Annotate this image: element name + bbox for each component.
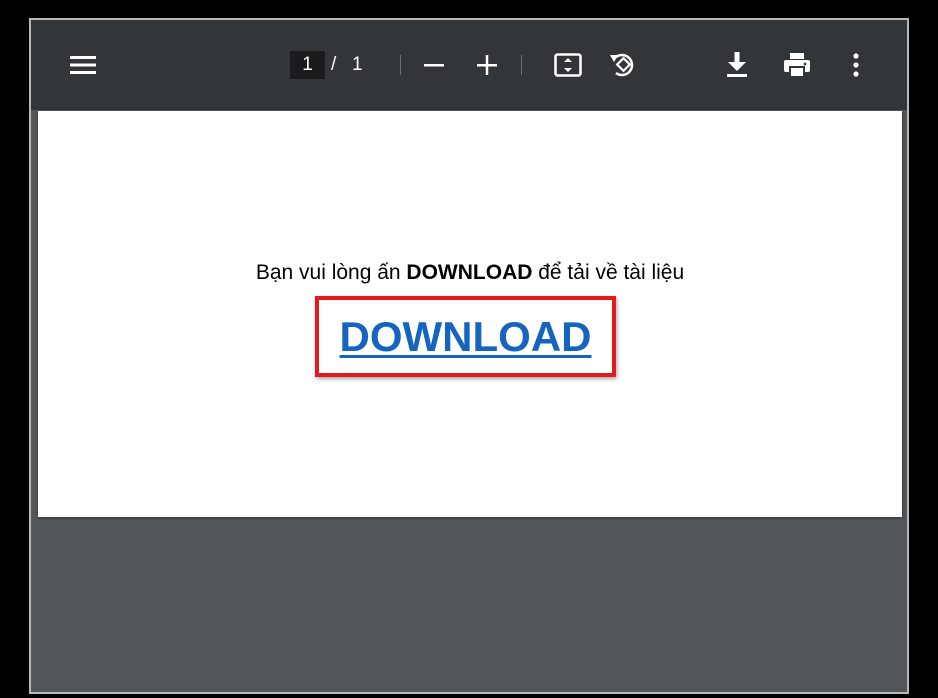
fit-to-page-button[interactable] xyxy=(550,47,586,83)
download-link[interactable]: DOWNLOAD xyxy=(340,313,592,361)
download-icon xyxy=(727,52,747,77)
pdf-page: Bạn vui lòng ấn DOWNLOAD để tải về tài l… xyxy=(38,111,902,517)
download-button[interactable] xyxy=(719,47,755,83)
fit-to-page-icon xyxy=(554,53,582,77)
intro-prefix: Bạn vui lòng ấn xyxy=(255,261,407,284)
minus-icon xyxy=(424,64,444,67)
download-highlight-box: DOWNLOAD xyxy=(315,296,616,377)
toolbar-divider xyxy=(521,55,522,75)
toolbar-divider xyxy=(400,55,401,75)
pdf-toolbar: 1 / 1 xyxy=(31,20,907,110)
zoom-out-button[interactable] xyxy=(416,47,452,83)
plus-icon xyxy=(477,55,497,75)
intro-suffix: để tải về tài liệu xyxy=(532,261,685,284)
zoom-in-button[interactable] xyxy=(469,47,505,83)
page-separator: / xyxy=(331,54,337,75)
intro-text: Bạn vui lòng ấn DOWNLOAD để tải về tài l… xyxy=(38,261,902,285)
print-button[interactable] xyxy=(779,47,815,83)
rotate-button[interactable] xyxy=(604,47,640,83)
pdf-viewer-window: 1 / 1 Bạn vui lòng ấn DOWNLOAD để tải về… xyxy=(29,18,909,694)
page-total: 1 xyxy=(352,54,363,75)
rotate-icon xyxy=(610,53,634,77)
more-options-button[interactable] xyxy=(838,47,874,83)
more-vertical-icon xyxy=(853,53,859,77)
print-icon xyxy=(784,53,810,78)
hamburger-menu-icon[interactable] xyxy=(65,47,101,83)
page-number-input[interactable]: 1 xyxy=(290,51,325,79)
intro-bold: DOWNLOAD xyxy=(406,261,533,284)
